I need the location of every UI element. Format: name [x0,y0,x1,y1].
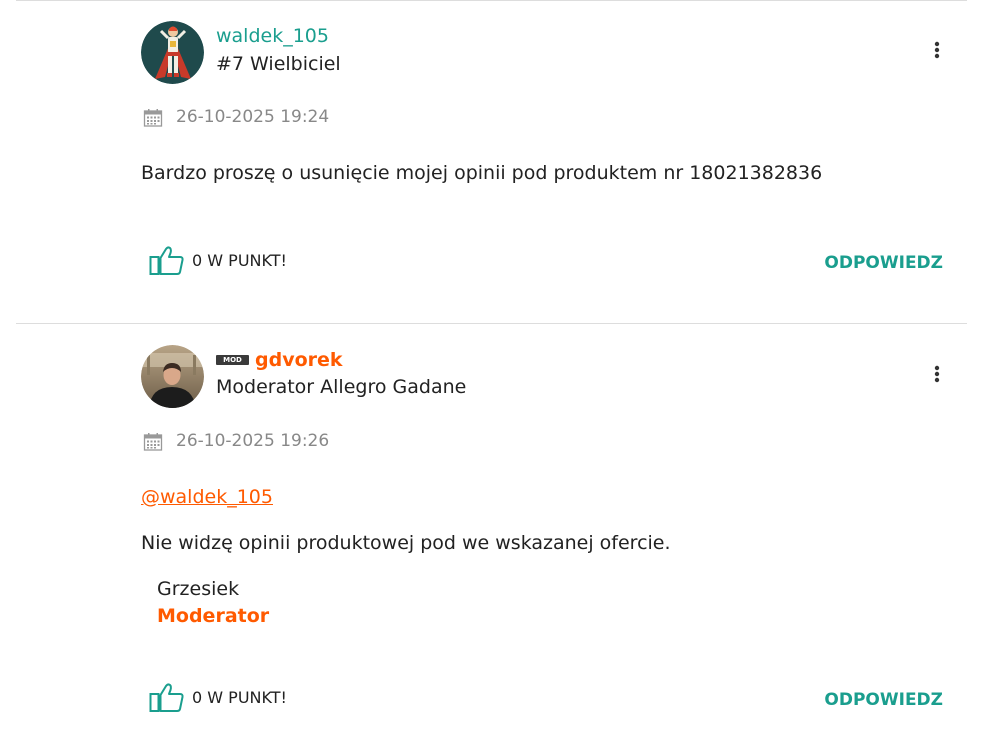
thumbs-up-icon [149,683,184,712]
avatar[interactable] [141,345,204,408]
more-options-button[interactable] [929,364,945,384]
mention-link[interactable]: @waldek_105 [141,486,273,508]
like-button[interactable]: 0 W PUNKT! [149,682,287,714]
signature-name: Grzesiek [157,578,240,600]
photo-avatar-icon [141,345,204,408]
author-rank: Moderator Allegro Gadane [216,376,467,398]
post-body: Nie widzę opinii produktowej pod we wska… [141,532,671,554]
signature-role: Moderator [157,605,270,627]
post-gdvorek: MOD gdvorek Moderator Allegro Gadane 26-1… [0,0,987,738]
reply-button[interactable]: ODPOWIEDZ [824,690,943,710]
moderator-badge: MOD [216,355,249,365]
author-name[interactable]: gdvorek [255,349,343,371]
mention-line: @waldek_105 [141,485,273,509]
date-text: 26-10-2025 19:26 [176,431,330,451]
kebab-menu-icon [934,365,940,383]
author-line: MOD gdvorek [216,348,343,372]
calendar-icon [143,433,163,451]
like-count-label: 0 W PUNKT! [192,688,287,707]
